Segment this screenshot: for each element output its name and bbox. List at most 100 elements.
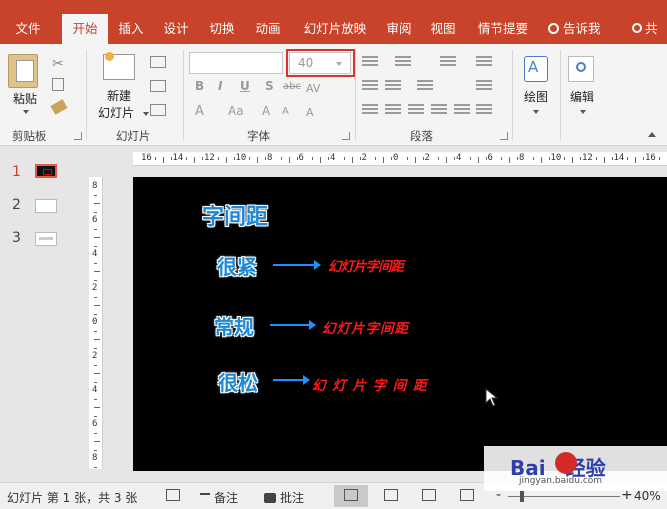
zoom-slider[interactable]: [508, 496, 620, 497]
reset-icon[interactable]: [150, 80, 166, 92]
change-case-button[interactable]: Aa: [228, 104, 244, 118]
ruler-tick: [94, 245, 97, 247]
font-color-icon[interactable]: A: [195, 104, 204, 119]
clipboard-launcher-icon[interactable]: [74, 132, 82, 140]
normal-view-icon[interactable]: [344, 489, 358, 501]
drawing-label: 绘图: [523, 90, 548, 104]
tab-animations[interactable]: 动画: [250, 14, 286, 44]
drawing-shapes-icon[interactable]: A: [524, 56, 548, 82]
drawing-dropdown-icon[interactable]: [533, 110, 539, 114]
zoom-slider-thumb[interactable]: [520, 491, 524, 502]
distribute-icon[interactable]: [454, 104, 470, 116]
paste-dropdown-icon[interactable]: [23, 110, 29, 114]
slide-thumbnail-3[interactable]: [35, 232, 57, 246]
tab-review[interactable]: 审阅: [381, 14, 417, 44]
clear-format-icon[interactable]: A: [306, 106, 314, 119]
shadow-button[interactable]: S: [265, 79, 274, 93]
justify-icon[interactable]: [431, 104, 447, 116]
comments-button[interactable]: 批注: [264, 489, 304, 506]
tab-home[interactable]: 开始: [62, 14, 108, 44]
ruler-tick-label: 14: [613, 153, 625, 163]
slide-thumbnail-1[interactable]: [35, 164, 57, 178]
ruler-tick: [312, 157, 314, 160]
ruler-tick-label: 14: [172, 153, 184, 163]
underline-button[interactable]: U: [240, 79, 250, 93]
font-name-input[interactable]: [189, 52, 283, 74]
share-button[interactable]: 共: [632, 14, 658, 44]
row-text-tight[interactable]: 幻灯片字间距: [328, 255, 404, 275]
numbering-icon[interactable]: [395, 56, 411, 68]
find-icon[interactable]: [568, 56, 594, 82]
horizontal-ruler[interactable]: 16 14 12 10 8 6 4 2 0 2 4 6 8 10 12 14 16: [133, 152, 667, 166]
ruler-tick-label: 2: [424, 153, 430, 163]
italic-button[interactable]: I: [218, 79, 222, 93]
line-spacing-icon[interactable]: [440, 56, 456, 68]
slideshow-icon[interactable]: [460, 489, 474, 501]
group-separator: [86, 50, 87, 140]
decrease-indent-icon[interactable]: [362, 80, 378, 92]
paragraph-launcher-icon[interactable]: [500, 132, 508, 140]
ruler-tick: [414, 157, 416, 163]
cut-icon[interactable]: ✂: [52, 56, 64, 72]
ruler-tick: [627, 157, 629, 160]
tab-storyboard[interactable]: 情节提要: [472, 14, 534, 44]
collapse-ribbon-icon[interactable]: [648, 132, 656, 137]
row-text-loose[interactable]: 幻 灯 片 字 间 距: [312, 374, 428, 394]
smartart-icon[interactable]: [476, 104, 492, 116]
slide-canvas[interactable]: 字间距 很紧 幻灯片字间距 常规 幻灯片字间距 很松 幻 灯 片 字 间 距: [133, 177, 667, 471]
bullets-icon[interactable]: [362, 56, 378, 68]
shrink-font-icon[interactable]: A: [282, 106, 289, 117]
slide-sorter-icon[interactable]: [384, 489, 398, 501]
ruler-tick: [194, 157, 196, 163]
ribbon-tab-bar: 文件 开始 插入 设计 切换 动画 幻灯片放映 审阅 视图 情节提要 告诉我 共: [0, 0, 667, 44]
row-label-loose[interactable]: 很松: [218, 367, 258, 396]
clipboard-sheet-icon: [16, 60, 34, 82]
ruler-tick: [94, 262, 97, 264]
slide-title[interactable]: 字间距: [202, 199, 268, 231]
ruler-tick: [406, 157, 408, 160]
ruler-tick-label: 6: [487, 153, 493, 163]
row-text-normal[interactable]: 幻灯片字间距: [322, 317, 409, 337]
bold-button[interactable]: B: [195, 79, 204, 93]
tab-slideshow[interactable]: 幻灯片放映: [296, 14, 374, 44]
layout-icon[interactable]: [150, 56, 166, 68]
align-text-icon[interactable]: [476, 80, 492, 92]
columns-icon[interactable]: [417, 80, 433, 92]
ruler-tick: [94, 398, 97, 400]
font-size-dropdown-icon[interactable]: [336, 62, 342, 66]
zoom-level[interactable]: 40%: [634, 489, 661, 503]
watermark-url: jingyan.baidu.com: [519, 476, 603, 486]
tab-insert[interactable]: 插入: [112, 14, 150, 44]
notes-button[interactable]: 备注: [200, 489, 238, 506]
row-label-normal[interactable]: 常规: [214, 311, 254, 340]
slide-thumbnail-2[interactable]: [35, 199, 57, 213]
align-left-icon[interactable]: [362, 104, 378, 116]
increase-indent-icon[interactable]: [385, 80, 401, 92]
strikethrough-button[interactable]: abc: [283, 81, 301, 92]
new-slide-dropdown-icon[interactable]: [143, 112, 149, 116]
align-right-icon[interactable]: [408, 104, 424, 116]
reading-view-icon[interactable]: [422, 489, 436, 501]
char-spacing-icon[interactable]: AV: [306, 82, 320, 95]
ruler-tick: [94, 211, 97, 213]
tell-me-button[interactable]: 告诉我: [548, 14, 601, 44]
ruler-tick: [280, 157, 282, 160]
tab-file[interactable]: 文件: [8, 14, 48, 44]
align-center-icon[interactable]: [385, 104, 401, 116]
text-direction-icon[interactable]: [476, 56, 492, 68]
editing-dropdown-icon[interactable]: [580, 110, 586, 114]
ruler-tick-label: 10: [235, 153, 247, 163]
format-painter-icon[interactable]: [50, 99, 68, 115]
tab-transitions[interactable]: 切换: [203, 14, 241, 44]
section-icon[interactable]: [150, 104, 166, 116]
font-launcher-icon[interactable]: [342, 132, 350, 140]
tab-view[interactable]: 视图: [425, 14, 461, 44]
row-label-tight[interactable]: 很紧: [217, 251, 257, 280]
tab-design[interactable]: 设计: [158, 14, 194, 44]
grow-font-icon[interactable]: A: [262, 104, 270, 118]
ruler-tick: [564, 157, 566, 160]
vertical-ruler[interactable]: 8 6 4 2 0 2 4 6 8: [89, 177, 103, 469]
spell-check-icon[interactable]: [166, 489, 180, 501]
ruler-tick: [94, 228, 97, 230]
copy-icon[interactable]: [52, 78, 64, 91]
